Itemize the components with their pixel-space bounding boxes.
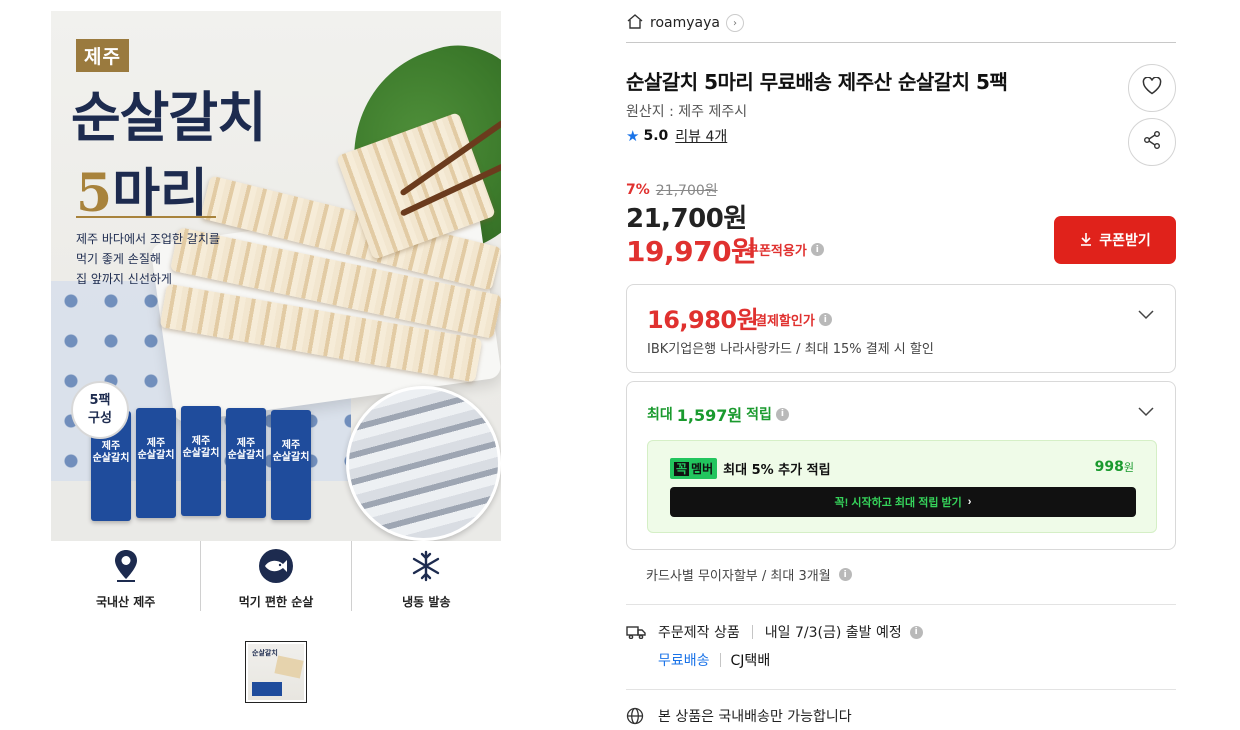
coupon-price: 19,970원	[626, 235, 757, 268]
info-icon[interactable]: i	[810, 243, 824, 256]
thumbnail-image: 순살갈치	[248, 644, 304, 700]
feature-label: 국내산 제주	[95, 595, 156, 609]
member-row: 꼭 멤버 최대 5% 추가 적립	[670, 458, 831, 479]
fish-pack: 제주 순살갈치	[226, 408, 266, 518]
thumbnail-pack	[252, 682, 282, 696]
pack-count-badge: 5팩 구성	[71, 381, 129, 439]
star-icon: ★	[626, 127, 640, 145]
thumbnail-title: 순살갈치	[252, 649, 278, 657]
info-icon[interactable]: i	[775, 407, 789, 421]
payment-discount-box[interactable]: 16,980원 결제할인가 i IBK기업은행 나라사랑카드 / 최대 15% …	[626, 284, 1176, 373]
whole-fish-photo	[346, 386, 501, 541]
thumbnail-fish	[274, 655, 304, 679]
payment-price-label: 결제할인가 i	[755, 310, 832, 329]
image-desc-line: 먹기 좋게 손질해	[76, 252, 161, 266]
share-button[interactable]	[1128, 118, 1176, 166]
feature-boneless: 먹기 편한 순살	[201, 541, 352, 611]
separator	[719, 653, 721, 667]
info-icon[interactable]: i	[818, 313, 832, 326]
location-pin-icon	[113, 549, 139, 583]
original-price: 21,700원	[655, 183, 718, 199]
truck-icon	[626, 625, 648, 639]
carrier: CJ택배	[730, 653, 771, 669]
points-value: 1,597원	[676, 406, 743, 425]
installment-info: 카드사별 무이자할부 / 최대 3개월 i	[646, 565, 852, 584]
member-amount: 998원	[1094, 459, 1134, 475]
snowflake-icon	[410, 549, 442, 583]
product-thumbnail[interactable]: 순살갈치	[245, 641, 307, 703]
image-headline: 순살갈치	[71, 85, 267, 149]
get-coupon-button[interactable]: 쿠폰받기	[1054, 216, 1176, 264]
member-badge: 꼭 멤버	[670, 458, 718, 479]
points-title: 최대 1,597원 적립 i	[647, 402, 789, 426]
feature-row: 국내산 제주 먹기 편한 순살 냉동 발송	[51, 541, 501, 611]
heart-icon	[1142, 76, 1162, 99]
start-membership-button[interactable]: 꼭! 시작하고 최대 적립 받기 ›	[670, 487, 1136, 517]
discount-rate: 7%	[626, 182, 650, 198]
chevron-right-icon: ›	[967, 496, 972, 508]
payment-price: 16,980원	[647, 306, 759, 334]
fish-pack: 제주 순살갈치	[181, 406, 221, 516]
membership-promo: 꼭 멤버 최대 5% 추가 적립 998원 꼭! 시작하고 최대 적립 받기 ›	[647, 440, 1157, 533]
shipping-schedule: 내일 7/3(금) 출발 예정	[764, 625, 902, 641]
image-badge: 제주	[76, 39, 129, 72]
wishlist-button[interactable]	[1128, 64, 1176, 112]
home-icon	[626, 13, 644, 33]
points-box[interactable]: 최대 1,597원 적립 i 꼭 멤버 최대 5% 추가 적립 998원 꼭! 시…	[626, 381, 1176, 550]
image-description: 제주 바다에서 조업한 갈치를 먹기 좋게 손질해 집 앞까지 신선하게	[76, 229, 220, 289]
feature-origin: 국내산 제주	[51, 541, 202, 611]
share-icon	[1142, 130, 1162, 154]
image-count-unit: 마리	[112, 163, 208, 224]
divider	[626, 604, 1176, 605]
payment-card-info: IBK기업은행 나라사랑카드 / 최대 15% 결제 시 할인	[647, 342, 934, 357]
free-shipping: 무료배송	[658, 653, 710, 669]
fish-icon	[258, 549, 294, 583]
coupon-price-label: 쿠폰적용가 i	[747, 240, 824, 259]
shipping-fee-row: 무료배송 CJ택배	[658, 650, 770, 670]
fish-pack: 제주 순살갈치	[271, 410, 311, 520]
product-main-image[interactable]: 제주 순살갈치 5마리 제주 바다에서 조업한 갈치를 먹기 좋게 손질해 집 …	[51, 11, 501, 611]
review-link[interactable]: 리뷰 4개	[675, 126, 727, 146]
separator	[751, 625, 753, 639]
rating-score: 5.0	[643, 128, 669, 144]
download-icon	[1079, 232, 1093, 249]
rating-row: ★ 5.0 리뷰 4개	[626, 126, 727, 146]
member-text: 최대 5% 추가 적립	[723, 463, 831, 478]
info-icon[interactable]: i	[838, 568, 852, 581]
domestic-shipping-notice: 본 상품은 국내배송만 가능합니다	[626, 706, 852, 726]
fish-pack: 제주 순살갈치	[136, 408, 176, 518]
store-link[interactable]: roamyaya ›	[626, 13, 744, 33]
chevron-down-icon[interactable]	[1137, 402, 1155, 420]
image-count: 5마리	[76, 151, 208, 226]
image-desc-line: 집 앞까지 신선하게	[76, 272, 172, 286]
product-origin: 원산지 : 제주 제주시	[626, 104, 748, 120]
product-title: 순살갈치 5마리 무료배송 제주산 순살갈치 5팩	[626, 70, 1008, 94]
globe-icon	[626, 707, 648, 725]
feature-frozen: 냉동 발송	[352, 541, 501, 611]
feature-label: 냉동 발송	[402, 595, 451, 609]
discount-row: 7% 21,700원	[626, 180, 718, 200]
shipping-row: 주문제작 상품 내일 7/3(금) 출발 예정 i	[626, 622, 923, 642]
divider	[626, 42, 1176, 43]
get-coupon-label: 쿠폰받기	[1099, 232, 1151, 248]
info-icon[interactable]: i	[909, 625, 923, 639]
feature-label: 먹기 편한 순살	[238, 595, 314, 609]
divider	[626, 689, 1176, 690]
image-count-number: 5	[76, 163, 113, 224]
store-name[interactable]: roamyaya	[650, 15, 720, 31]
image-divider	[76, 216, 216, 218]
image-desc-line: 제주 바다에서 조업한 갈치를	[76, 232, 220, 246]
shipping-type: 주문제작 상품	[658, 625, 740, 641]
chevron-right-icon[interactable]: ›	[725, 14, 744, 32]
chevron-down-icon[interactable]	[1137, 305, 1155, 323]
